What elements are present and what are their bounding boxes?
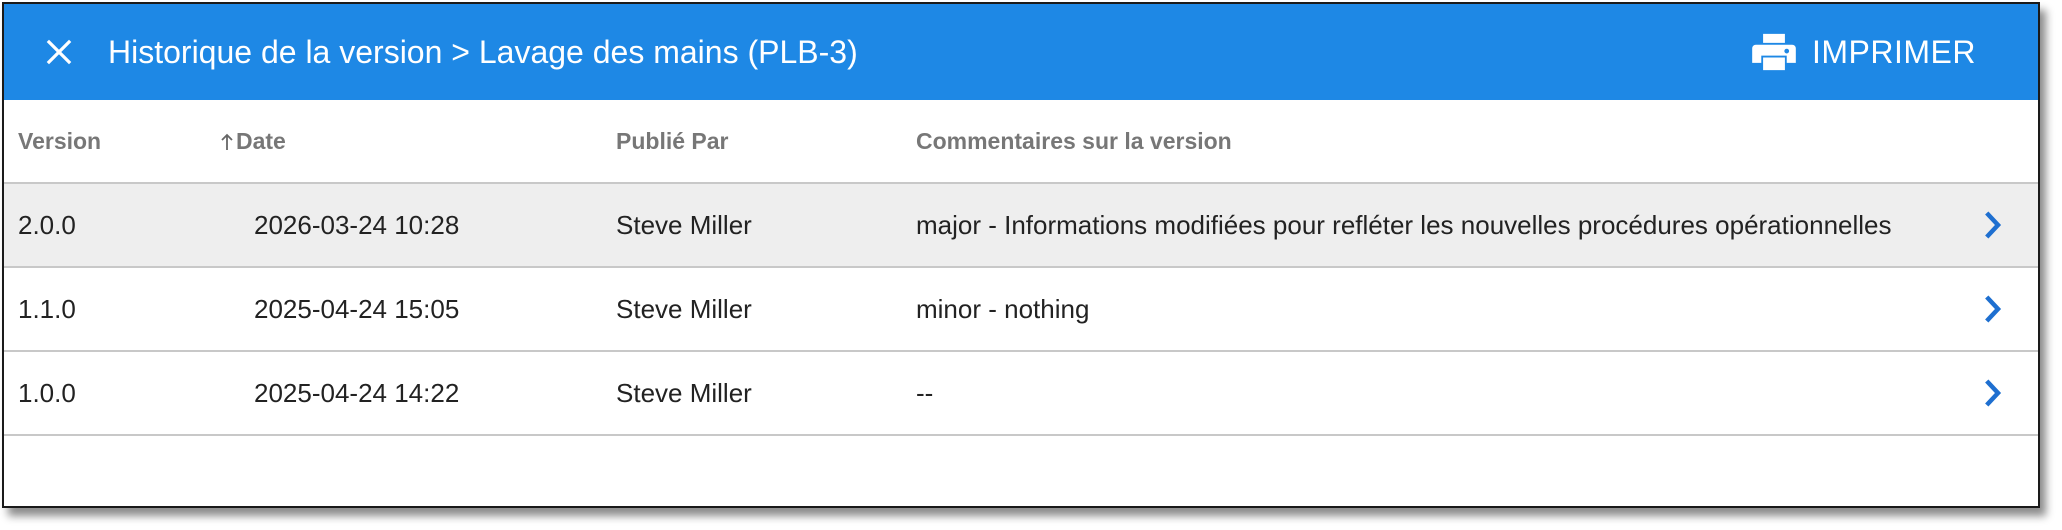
print-button[interactable]: IMPRIMER [1752,26,1976,78]
table-header: Version Date Publié Par Commentaires sur… [4,100,2038,184]
dialog-header: Historique de la version > Lavage des ma… [4,4,2038,100]
column-header-published-by[interactable]: Publié Par [616,100,728,182]
close-icon [46,39,72,65]
chevron-right-icon[interactable] [1974,291,2010,327]
print-label: IMPRIMER [1812,33,1976,70]
comments-cell: -- [916,378,934,408]
version-table: Version Date Publié Par Commentaires sur… [4,100,2038,436]
printer-icon [1752,33,1796,71]
column-header-date[interactable]: Date [220,100,286,182]
table-row[interactable]: 1.1.0 2025-04-24 15:05 Steve Miller mino… [4,268,2038,352]
date-cell: 2025-04-24 15:05 [254,294,460,324]
version-history-dialog: Historique de la version > Lavage des ma… [2,2,2040,508]
published-by-cell: Steve Miller [616,294,752,324]
close-button[interactable] [34,27,84,77]
version-cell: 1.0.0 [18,378,76,408]
date-cell: 2026-03-24 10:28 [254,210,460,240]
comments-cell: minor - nothing [916,294,1090,324]
arrow-up-icon [220,100,234,182]
date-cell: 2025-04-24 14:22 [254,378,460,408]
table-row[interactable]: 2.0.0 2026-03-24 10:28 Steve Miller majo… [4,184,2038,268]
chevron-right-icon[interactable] [1974,375,2010,411]
comments-cell: major - Informations modifiées pour refl… [916,210,1892,240]
table-row[interactable]: 1.0.0 2025-04-24 14:22 Steve Miller -- [4,352,2038,436]
chevron-right-icon[interactable] [1974,207,2010,243]
dialog-title: Historique de la version > Lavage des ma… [108,34,858,70]
version-cell: 2.0.0 [18,210,76,240]
column-header-comments[interactable]: Commentaires sur la version [916,100,1232,182]
published-by-cell: Steve Miller [616,378,752,408]
published-by-cell: Steve Miller [616,210,752,240]
column-header-version[interactable]: Version [18,100,101,182]
version-cell: 1.1.0 [18,294,76,324]
